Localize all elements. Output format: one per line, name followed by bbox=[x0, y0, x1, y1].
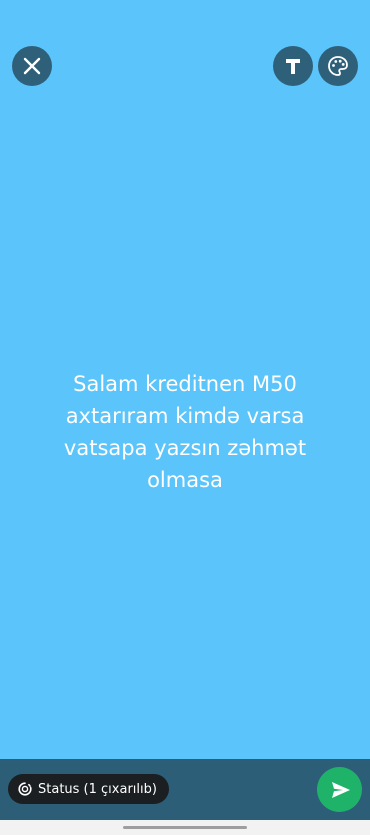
status-audience-button[interactable]: Status (1 çıxarılıb) bbox=[8, 774, 169, 804]
system-navigation-area bbox=[0, 820, 370, 835]
palette-icon bbox=[328, 56, 348, 76]
status-text[interactable]: Salam kreditnen M50 axtarıram kimdə vars… bbox=[30, 368, 340, 496]
send-icon bbox=[332, 781, 350, 798]
status-editor-screen: Salam kreditnen M50 axtarıram kimdə vars… bbox=[0, 0, 370, 835]
status-ring-icon bbox=[18, 782, 32, 796]
color-palette-button[interactable] bbox=[318, 46, 358, 86]
home-indicator[interactable] bbox=[123, 826, 247, 829]
close-icon bbox=[23, 57, 41, 75]
status-audience-label: Status (1 çıxarılıb) bbox=[38, 781, 157, 797]
bottom-bar: Status (1 çıxarılıb) bbox=[0, 759, 370, 820]
text-tool-button[interactable] bbox=[273, 46, 313, 86]
send-button[interactable] bbox=[317, 767, 362, 812]
close-button[interactable] bbox=[12, 46, 52, 86]
text-tool-icon bbox=[286, 59, 300, 74]
